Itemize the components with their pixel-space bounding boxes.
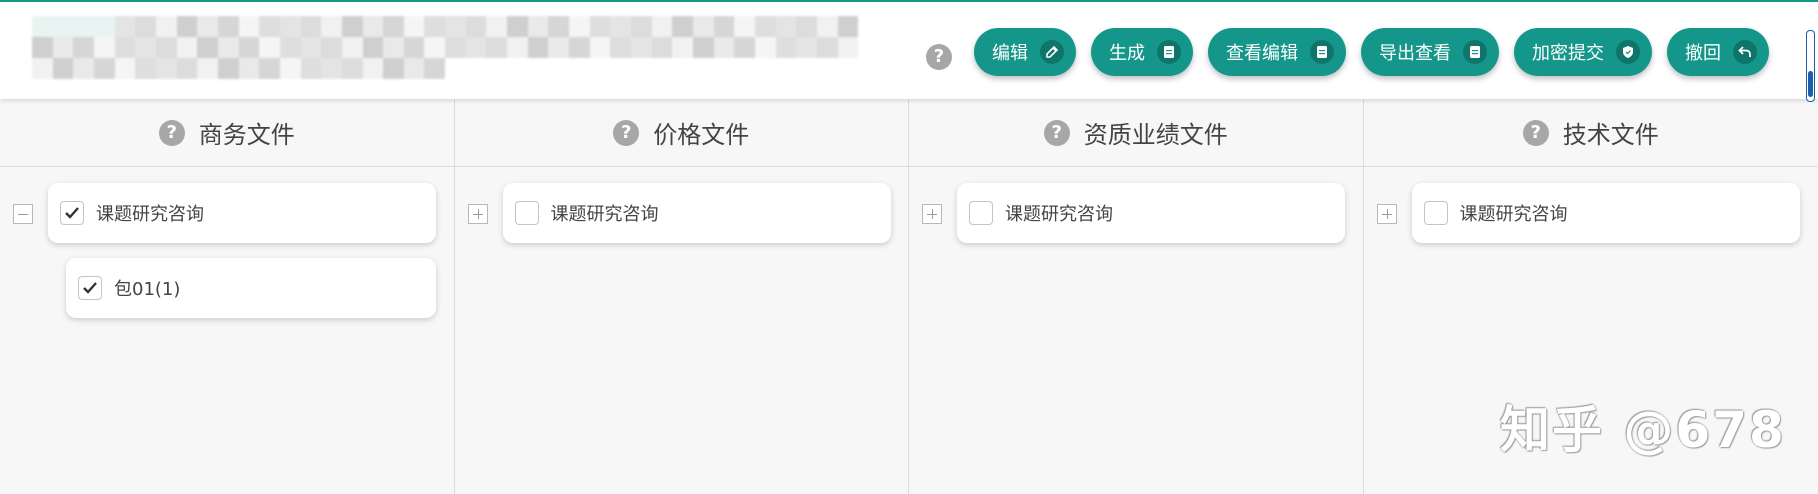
withdraw-button[interactable]: 撤回 [1667, 28, 1769, 76]
scrollbar[interactable] [1806, 30, 1815, 102]
column-header: ? 技术文件 [1363, 99, 1818, 167]
encrypt-submit-button-label: 加密提交 [1532, 43, 1604, 64]
question-circle-icon[interactable]: ? [158, 119, 185, 146]
expand-toggle-icon[interactable] [922, 204, 942, 224]
question-circle-icon[interactable]: ? [926, 44, 952, 70]
undo-icon [1733, 40, 1757, 64]
checkbox[interactable] [1423, 201, 1448, 225]
checkbox[interactable] [60, 201, 84, 225]
column-title: 资质业绩文件 [1083, 121, 1228, 149]
tree-node-child[interactable]: 包01(1) [66, 258, 436, 318]
document-icon [1463, 40, 1487, 64]
column-qualification-files: ? 资质业绩文件 课题研究咨询 [909, 99, 1364, 494]
generate-button-label: 生成 [1109, 43, 1145, 64]
checkbox[interactable] [514, 201, 539, 225]
column-header: ? 商务文件 [0, 99, 454, 167]
question-circle-icon[interactable]: ? [1043, 119, 1070, 146]
tree-node-root[interactable]: 课题研究咨询 [1411, 183, 1800, 243]
edit-button[interactable]: 编辑 [974, 28, 1076, 76]
column-header: ? 价格文件 [454, 99, 908, 167]
header-bar: ? 编辑 生成 查看编辑 导出查看 加密提交 撤回 [0, 2, 1818, 99]
tree-node-label: 包01(1) [114, 279, 181, 300]
withdraw-button-label: 撤回 [1685, 43, 1721, 64]
checkmark-icon [83, 282, 97, 294]
edit-button-label: 编辑 [992, 43, 1028, 64]
expand-toggle-icon[interactable] [1376, 204, 1397, 224]
watermark: 知乎 @678 [1500, 401, 1786, 459]
tree-node-label: 课题研究咨询 [96, 204, 204, 225]
blurred-project-title [32, 16, 858, 80]
column-title: 价格文件 [653, 121, 750, 149]
shield-icon [1616, 40, 1640, 64]
export-view-button[interactable]: 导出查看 [1361, 28, 1499, 76]
tree-node-root[interactable]: 课题研究咨询 [48, 183, 436, 243]
export-view-button-label: 导出查看 [1379, 43, 1451, 64]
tree-node-label: 课题研究咨询 [1459, 204, 1568, 225]
column-title: 技术文件 [1562, 121, 1659, 149]
tree-node-root[interactable]: 课题研究咨询 [502, 183, 891, 243]
tree-node-label: 课题研究咨询 [550, 204, 659, 225]
column-header: ? 资质业绩文件 [909, 99, 1363, 167]
document-icon [1157, 40, 1181, 64]
expand-toggle-icon[interactable] [467, 204, 488, 224]
scrollbar-thumb[interactable] [1808, 71, 1813, 97]
column-price-files: ? 价格文件 课题研究咨询 [454, 99, 909, 494]
encrypt-submit-button[interactable]: 加密提交 [1514, 28, 1652, 76]
edit-icon [1040, 40, 1064, 64]
tree-node-label: 课题研究咨询 [1005, 204, 1113, 225]
view-edit-button[interactable]: 查看编辑 [1208, 28, 1346, 76]
generate-button[interactable]: 生成 [1091, 28, 1193, 76]
column-business-files: ? 商务文件 课题研究咨询 包01(1) [0, 99, 455, 494]
checkbox[interactable] [969, 201, 993, 225]
view-edit-button-label: 查看编辑 [1226, 43, 1298, 64]
tree-node-root[interactable]: 课题研究咨询 [957, 183, 1345, 243]
checkmark-icon [65, 207, 79, 219]
collapse-toggle-icon[interactable] [13, 204, 33, 224]
checkbox[interactable] [78, 276, 102, 300]
toolbar: 编辑 生成 查看编辑 导出查看 加密提交 撤回 [974, 28, 1769, 76]
column-title: 商务文件 [198, 121, 295, 149]
question-circle-icon[interactable]: ? [1522, 119, 1549, 146]
document-icon [1310, 40, 1334, 64]
question-circle-icon[interactable]: ? [613, 119, 640, 146]
